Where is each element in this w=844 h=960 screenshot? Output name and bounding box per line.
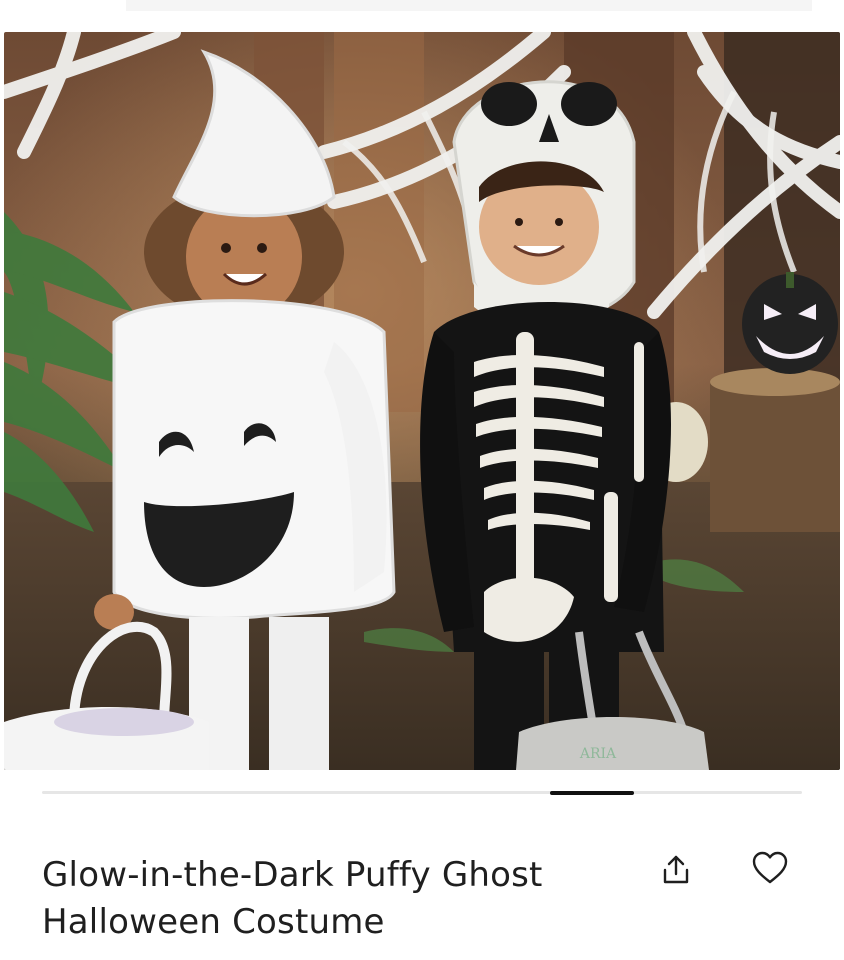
- product-title: Glow-in-the-Dark Puffy Ghost Halloween C…: [42, 852, 622, 946]
- favorite-button[interactable]: [748, 846, 792, 890]
- carousel-progress-indicator: [550, 791, 634, 795]
- product-photo: ARIA: [4, 32, 840, 770]
- carousel-progress-track[interactable]: [42, 791, 802, 794]
- share-button[interactable]: [654, 848, 698, 892]
- top-strip: [126, 0, 812, 11]
- heart-icon: [752, 851, 788, 884]
- product-title-line-1: Glow-in-the-Dark Puffy Ghost: [42, 855, 543, 895]
- bag-monogram: ARIA: [579, 746, 617, 762]
- share-icon: [663, 855, 689, 884]
- product-title-line-2: Halloween Costume: [42, 902, 385, 942]
- product-image[interactable]: ARIA: [4, 32, 840, 770]
